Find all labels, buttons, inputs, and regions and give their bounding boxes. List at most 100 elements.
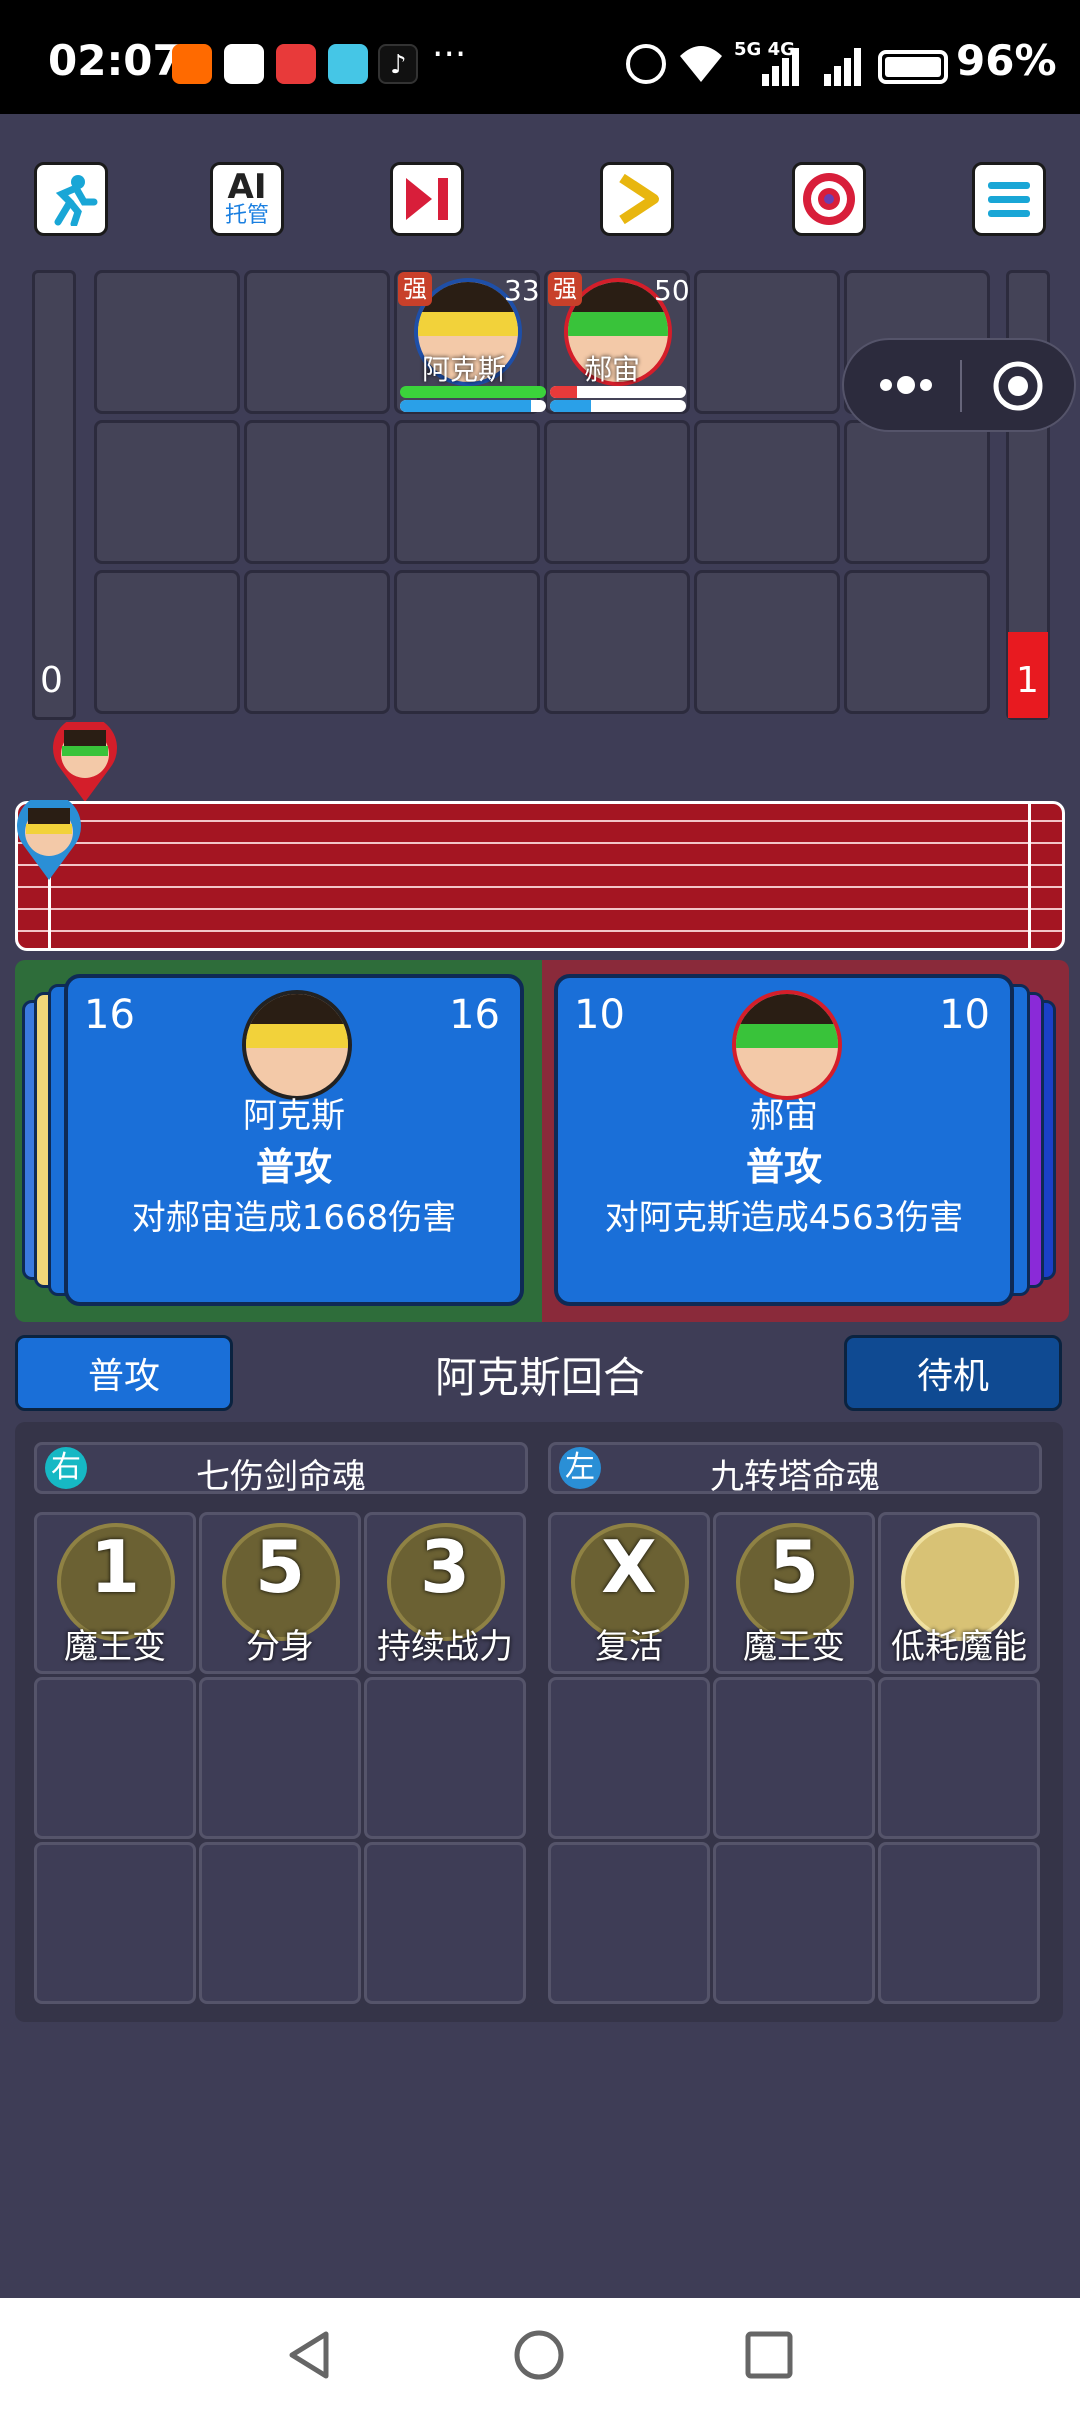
empty-soul-slot[interactable] bbox=[199, 1677, 361, 1839]
tiktok-icon: ♪ bbox=[378, 44, 418, 84]
grid-cell[interactable] bbox=[844, 420, 990, 564]
grid-cell[interactable] bbox=[394, 420, 540, 564]
turn-indicator: 阿克斯回合 bbox=[434, 1353, 645, 1402]
target-close-icon bbox=[993, 361, 1043, 411]
hz-card-avatar bbox=[732, 990, 842, 1100]
grid-cell[interactable] bbox=[94, 570, 240, 714]
wifi-icon bbox=[680, 46, 722, 82]
overflow-dots: ··· bbox=[432, 34, 467, 75]
news-icon bbox=[276, 44, 316, 84]
empty-soul-slot[interactable] bbox=[548, 1677, 710, 1839]
right-soul-header: 左 九转塔命魂 bbox=[548, 1442, 1042, 1497]
empty-soul-slot[interactable] bbox=[878, 1842, 1040, 2004]
close-miniprogram-button[interactable] bbox=[992, 360, 1044, 416]
skip-icon bbox=[406, 178, 448, 220]
battery-percent: 96% bbox=[956, 36, 1057, 85]
aks-name: 阿克斯 bbox=[422, 353, 507, 386]
hz-hp-bar bbox=[550, 386, 686, 398]
soul-slot[interactable]: 1 魔王变 bbox=[34, 1512, 196, 1674]
unit-hz[interactable]: 强 50 郝宙 bbox=[548, 272, 696, 412]
card-description: 对郝宙造成1668伤害 bbox=[131, 1198, 457, 1238]
empty-soul-slot[interactable] bbox=[199, 1842, 361, 2004]
card-left-number: 16 bbox=[84, 992, 135, 1038]
back-icon[interactable] bbox=[282, 2328, 336, 2382]
play-button[interactable] bbox=[600, 162, 674, 236]
empty-soul-slot[interactable] bbox=[713, 1842, 875, 2004]
skip-button[interactable] bbox=[390, 162, 464, 236]
target-button[interactable] bbox=[792, 162, 866, 236]
card-right-number: 16 bbox=[449, 992, 500, 1038]
empty-soul-slot[interactable] bbox=[548, 1842, 710, 2004]
target-icon bbox=[803, 173, 855, 225]
run-icon bbox=[54, 175, 98, 226]
standby-button[interactable]: 待机 bbox=[844, 1335, 1062, 1411]
grid-cell[interactable] bbox=[694, 570, 840, 714]
soul-slot[interactable]: 5 分身 bbox=[199, 1512, 361, 1674]
empty-soul-slot[interactable] bbox=[364, 1842, 526, 2004]
soul-slot[interactable]: 低耗魔能 bbox=[878, 1512, 1040, 1674]
hz-action-card[interactable]: 10 10 郝宙 普攻 对阿克斯造成4563伤害 bbox=[554, 974, 1014, 1306]
grid-cell[interactable] bbox=[244, 570, 390, 714]
ai-manage-button[interactable]: AI 托管 bbox=[210, 162, 284, 236]
soul-slot[interactable]: X 复活 bbox=[548, 1512, 710, 1674]
alarm-icon bbox=[626, 44, 666, 84]
menu-icon bbox=[988, 182, 1030, 217]
grid-cell[interactable] bbox=[244, 420, 390, 564]
grid-cell[interactable] bbox=[94, 420, 240, 564]
card-right-number: 10 bbox=[939, 992, 990, 1038]
system-nav-bar bbox=[0, 2298, 1080, 2412]
ai-manage-label: 托管 bbox=[224, 203, 269, 228]
run-button[interactable] bbox=[34, 162, 108, 236]
turn-order-track bbox=[15, 801, 1065, 951]
more-dots-button[interactable] bbox=[874, 362, 954, 408]
left-soul-header: 右 七伤剑命魂 bbox=[34, 1442, 528, 1497]
hz-strong-badge: 强 bbox=[548, 272, 582, 306]
aks-action-card[interactable]: 16 16 阿克斯 普攻 对郝宙造成1668伤害 bbox=[64, 974, 524, 1306]
aks-track-marker bbox=[16, 794, 82, 880]
more-dots-icon bbox=[880, 376, 932, 394]
hz-name: 郝宙 bbox=[584, 353, 641, 386]
card-action: 普攻 bbox=[745, 1145, 822, 1189]
empty-soul-slot[interactable] bbox=[364, 1677, 526, 1839]
miniprogram-capsule bbox=[842, 338, 1076, 432]
empty-soul-slot[interactable] bbox=[34, 1842, 196, 2004]
soul-title: 七伤剑命魂 bbox=[196, 1457, 366, 1497]
card-action: 普攻 bbox=[255, 1145, 332, 1189]
qq-icon bbox=[224, 44, 264, 84]
right-score: 1 bbox=[1016, 660, 1039, 701]
grid-cell[interactable] bbox=[844, 570, 990, 714]
taobao-icon bbox=[172, 44, 212, 84]
play-icon bbox=[619, 173, 659, 225]
soul-slot[interactable]: 3 持续战力 bbox=[364, 1512, 526, 1674]
card-name: 阿克斯 bbox=[243, 1096, 345, 1136]
card-left-number: 10 bbox=[574, 992, 625, 1038]
aks-strong-badge: 强 bbox=[398, 272, 432, 306]
attack-button[interactable]: 普攻 bbox=[15, 1335, 233, 1411]
card-description: 对阿克斯造成4563伤害 bbox=[604, 1198, 964, 1238]
aks-level: 33 bbox=[504, 274, 540, 307]
hz-track-marker bbox=[52, 716, 118, 802]
aks-mp-bar bbox=[400, 400, 546, 412]
left-score: 0 bbox=[40, 660, 63, 701]
aks-hp-bar bbox=[400, 386, 546, 398]
grid-cell[interactable] bbox=[544, 420, 690, 564]
grid-cell[interactable] bbox=[544, 570, 690, 714]
ai-label: AI bbox=[227, 167, 267, 207]
soul-slot[interactable]: 5 魔王变 bbox=[713, 1512, 875, 1674]
grid-cell[interactable] bbox=[244, 270, 390, 414]
hz-level: 50 bbox=[654, 274, 690, 307]
card-name: 郝宙 bbox=[750, 1096, 818, 1136]
grid-cell[interactable] bbox=[694, 270, 840, 414]
menu-button[interactable] bbox=[972, 162, 1046, 236]
grid-cell[interactable] bbox=[94, 270, 240, 414]
left-energy-bar bbox=[32, 270, 76, 720]
empty-soul-slot[interactable] bbox=[34, 1677, 196, 1839]
soul-title: 九转塔命魂 bbox=[710, 1457, 880, 1497]
unit-aks[interactable]: 强 33 阿克斯 bbox=[398, 272, 546, 412]
empty-soul-slot[interactable] bbox=[713, 1677, 875, 1839]
home-icon[interactable] bbox=[512, 2328, 566, 2382]
empty-soul-slot[interactable] bbox=[878, 1677, 1040, 1839]
grid-cell[interactable] bbox=[694, 420, 840, 564]
grid-cell[interactable] bbox=[394, 570, 540, 714]
recents-icon[interactable] bbox=[742, 2328, 796, 2382]
